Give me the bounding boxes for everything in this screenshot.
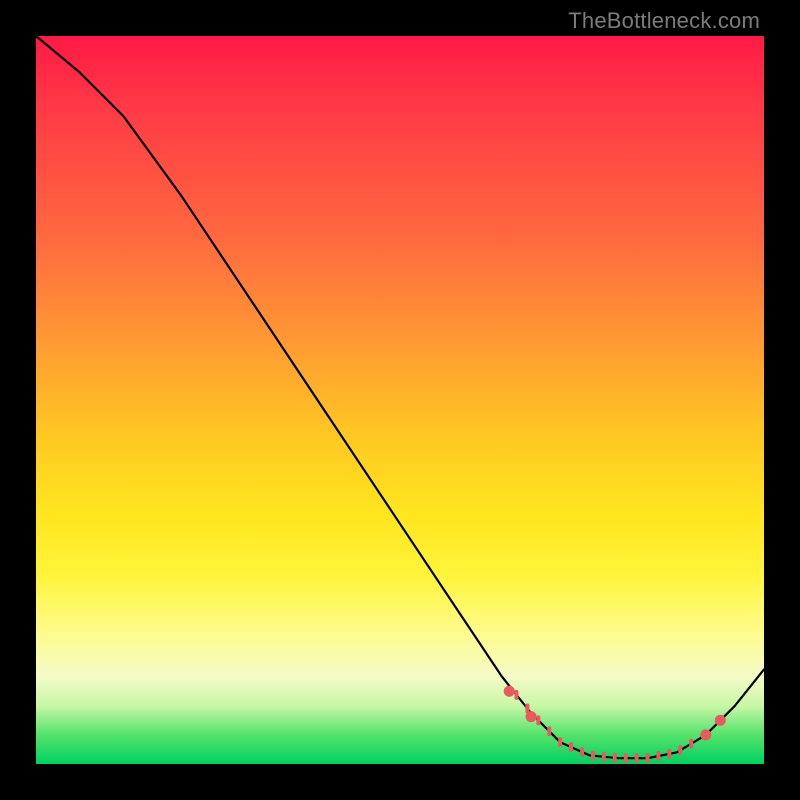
bottleneck-curve bbox=[36, 36, 764, 758]
highlight-dot bbox=[700, 729, 711, 740]
highlight-dot bbox=[715, 715, 726, 726]
chart-frame: TheBottleneck.com bbox=[0, 0, 800, 800]
highlight-ticks bbox=[516, 692, 691, 761]
plot-area bbox=[36, 36, 764, 764]
highlight-dots bbox=[504, 686, 726, 741]
highlight-dot bbox=[504, 686, 515, 697]
watermark-text: TheBottleneck.com bbox=[568, 8, 760, 34]
highlight-dot bbox=[526, 711, 537, 722]
curve-svg bbox=[36, 36, 764, 764]
